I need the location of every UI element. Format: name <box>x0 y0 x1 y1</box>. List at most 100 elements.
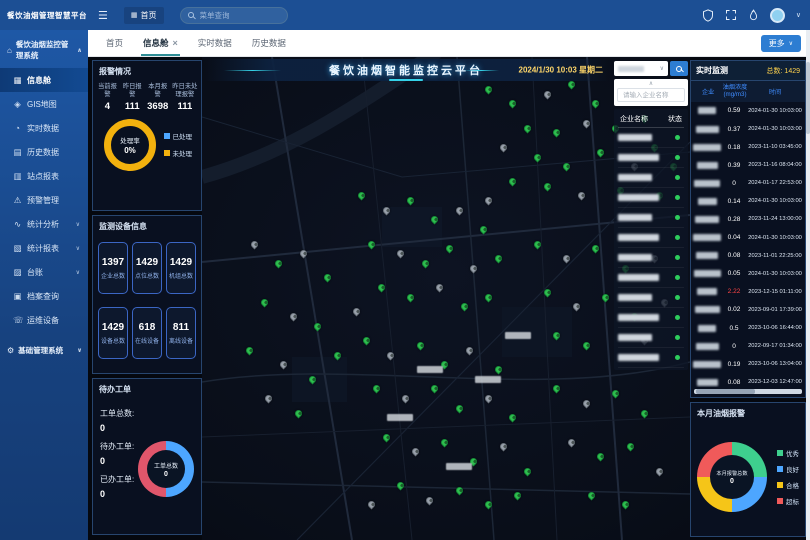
company-list-item[interactable] <box>618 268 684 288</box>
company-list-item[interactable] <box>618 328 684 348</box>
vertical-scrollbar[interactable] <box>806 30 810 540</box>
map-pin[interactable] <box>552 331 562 341</box>
table-row-15[interactable]: 0.082023-12-03 12:47:00 <box>691 373 805 387</box>
map-pin[interactable] <box>576 191 586 201</box>
table-row-4[interactable]: 02024-01-17 22:53:00 <box>691 174 805 192</box>
sidebar-item-2[interactable]: ◔实时数据 <box>0 116 88 140</box>
map-pin[interactable] <box>542 181 552 191</box>
map-pin[interactable] <box>484 394 494 404</box>
map-pin[interactable] <box>288 312 298 322</box>
map-pin[interactable] <box>357 191 367 201</box>
map-pin[interactable] <box>352 307 362 317</box>
map-pin[interactable] <box>542 287 552 297</box>
map-pin[interactable] <box>581 341 591 351</box>
scrollbar-thumb[interactable] <box>696 389 755 394</box>
map-pin[interactable] <box>425 495 435 505</box>
map-pin[interactable] <box>445 244 455 254</box>
map-pin[interactable] <box>523 466 533 476</box>
horizontal-scrollbar[interactable] <box>694 389 802 394</box>
notification-flame-icon[interactable] <box>748 9 759 22</box>
map-pin[interactable] <box>366 239 376 249</box>
map-pin[interactable] <box>454 403 464 413</box>
fullscreen-icon[interactable] <box>725 9 737 21</box>
map-pin[interactable] <box>596 147 606 157</box>
map-pin[interactable] <box>542 89 552 99</box>
sidebar-item-5[interactable]: ⚠预警管理 <box>0 188 88 212</box>
map-pin[interactable] <box>571 302 581 312</box>
map-pin[interactable] <box>479 225 489 235</box>
tab-0[interactable]: 首页 <box>96 30 133 56</box>
table-row-2[interactable]: 0.182023-11-10 03:45:00 <box>691 138 805 156</box>
map-pin[interactable] <box>523 123 533 133</box>
company-list-item[interactable] <box>618 348 684 368</box>
table-row-3[interactable]: 0.392023-11-16 08:04:00 <box>691 156 805 174</box>
map-pin[interactable] <box>654 466 664 476</box>
hamburger-icon[interactable]: ☰ <box>98 9 108 22</box>
map-pin[interactable] <box>581 398 591 408</box>
map-pin[interactable] <box>508 99 518 109</box>
map-pin[interactable] <box>459 302 469 312</box>
map-pin[interactable] <box>484 292 494 302</box>
map-pin[interactable] <box>464 345 474 355</box>
map-pin[interactable] <box>430 215 440 225</box>
company-list-item[interactable] <box>618 148 684 168</box>
map-pin[interactable] <box>308 374 318 384</box>
map-pin[interactable] <box>396 481 406 491</box>
map-pin[interactable] <box>249 239 259 249</box>
map-pin[interactable] <box>415 341 425 351</box>
map-pin[interactable] <box>386 350 396 360</box>
company-list-item[interactable] <box>618 168 684 188</box>
search-button[interactable] <box>670 61 688 76</box>
sidebar-item-7[interactable]: ▧统计报表∨ <box>0 236 88 260</box>
map-pin[interactable] <box>406 292 416 302</box>
map-pin[interactable] <box>371 384 381 394</box>
table-row-12[interactable]: 0.52023-10-06 16:44:00 <box>691 319 805 337</box>
map-pin[interactable] <box>259 297 269 307</box>
map-pin[interactable] <box>586 490 596 500</box>
map-pin[interactable] <box>406 196 416 206</box>
map-pin[interactable] <box>601 292 611 302</box>
scrollbar-thumb[interactable] <box>806 62 810 134</box>
table-row-0[interactable]: 0.592024-01-30 10:03:00 <box>691 102 805 120</box>
map-pin[interactable] <box>484 85 494 95</box>
table-row-9[interactable]: 0.052024-01-30 10:03:00 <box>691 265 805 283</box>
sidebar-item-3[interactable]: ▤历史数据 <box>0 140 88 164</box>
map-pin[interactable] <box>493 254 503 264</box>
sidebar-group-header[interactable]: ⌂ 餐饮油烟监控管理系统 ∧ <box>0 30 88 68</box>
sidebar-item-10[interactable]: ☏运维设备 <box>0 308 88 332</box>
map-pin[interactable] <box>552 384 562 394</box>
map-pin[interactable] <box>469 263 479 273</box>
sidebar-item-1[interactable]: ◈GIS地图 <box>0 92 88 116</box>
company-list-item[interactable] <box>618 228 684 248</box>
company-list-item[interactable] <box>618 188 684 208</box>
chevron-down-icon[interactable]: ∨ <box>796 11 801 19</box>
company-list-item[interactable] <box>618 128 684 148</box>
map-pin[interactable] <box>298 249 308 259</box>
map-pin[interactable] <box>484 500 494 510</box>
map-pin[interactable] <box>620 500 630 510</box>
table-row-8[interactable]: 0.082023-11-01 22:25:00 <box>691 247 805 265</box>
table-row-1[interactable]: 0.372024-01-30 10:03:00 <box>691 120 805 138</box>
map-pin[interactable] <box>430 384 440 394</box>
company-list-item[interactable] <box>618 208 684 228</box>
company-select[interactable]: ∨ <box>614 61 668 76</box>
map-pin[interactable] <box>454 205 464 215</box>
map-pin[interactable] <box>596 452 606 462</box>
map-pin[interactable] <box>323 273 333 283</box>
map-pin[interactable] <box>440 437 450 447</box>
map-pin[interactable] <box>562 254 572 264</box>
map-pin[interactable] <box>420 258 430 268</box>
map-pin[interactable] <box>562 162 572 172</box>
map-pin[interactable] <box>591 99 601 109</box>
map-pin[interactable] <box>435 283 445 293</box>
table-row-10[interactable]: 2.222023-12-15 01:11:00 <box>691 283 805 301</box>
map-pin[interactable] <box>396 249 406 259</box>
company-list-item[interactable] <box>618 288 684 308</box>
map-canvas[interactable]: 餐饮油烟智能监控云平台 2024/1/30 10:03 星期二 ∨ ∧ <box>202 57 690 540</box>
collapse-caret-icon[interactable]: ∧ <box>617 81 685 88</box>
map-pin[interactable] <box>513 490 523 500</box>
map-pin[interactable] <box>484 196 494 206</box>
map-pin[interactable] <box>567 80 577 90</box>
map-pin[interactable] <box>454 485 464 495</box>
map-pin[interactable] <box>279 360 289 370</box>
